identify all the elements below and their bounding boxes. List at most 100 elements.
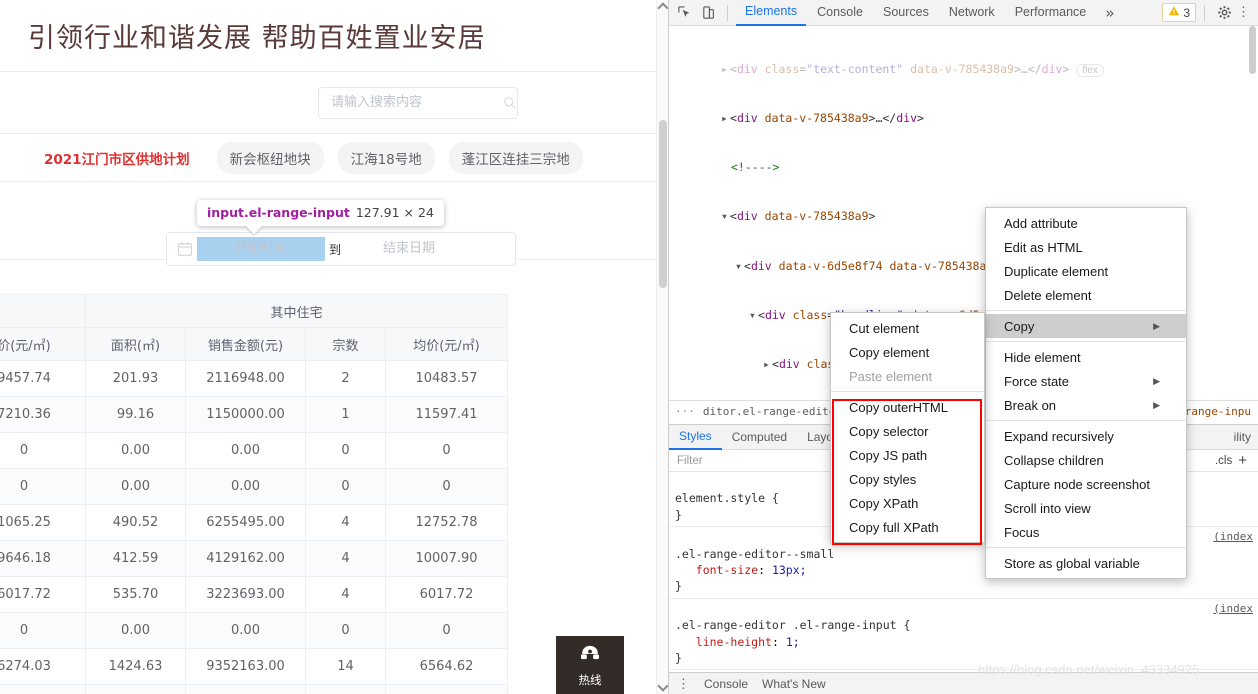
ctx-expand-recursively[interactable]: Expand recursively xyxy=(986,424,1186,448)
new-style-rule-button[interactable]: + xyxy=(1238,452,1251,469)
ctx-cut-element[interactable]: Cut element xyxy=(831,316,984,340)
table-row: 9457.74 201.93 2116948.00 2 10483.57 xyxy=(0,361,508,397)
date-start-input[interactable]: 开始时间 xyxy=(197,237,325,261)
ctx-copy-js-path[interactable]: Copy JS path xyxy=(831,443,984,467)
devtools-dom-scrollbar[interactable] xyxy=(1247,26,1258,400)
drawer-tab-whats-new[interactable]: What's New xyxy=(762,677,826,691)
search-input[interactable] xyxy=(329,94,503,111)
ctx-copy-outerhtml[interactable]: Copy outerHTML xyxy=(831,395,984,419)
ctx-copy-label: Copy xyxy=(1004,319,1034,334)
cell: 0 xyxy=(0,613,86,649)
inspect-cursor-icon[interactable] xyxy=(673,3,695,23)
tab-performance[interactable]: Performance xyxy=(1006,0,1096,26)
ctx-scroll-into-view[interactable]: Scroll into view xyxy=(986,496,1186,520)
devtools-scrollbar-thumb[interactable] xyxy=(1249,26,1256,74)
tab-elements[interactable]: Elements xyxy=(736,0,806,26)
css-selector[interactable]: element.style { xyxy=(675,491,779,505)
dom-line[interactable]: ▸<div data-v-785438a9>…</div> xyxy=(669,110,1258,126)
drawer-more-icon[interactable]: ⋮ xyxy=(677,676,690,692)
warning-badge[interactable]: 3 xyxy=(1162,3,1196,22)
tab-accessibility[interactable]: ility xyxy=(1234,430,1251,444)
ctx-store-as-global-variable[interactable]: Store as global variable xyxy=(986,551,1186,575)
ctx-add-attribute[interactable]: Add attribute xyxy=(986,211,1186,235)
dom-line[interactable]: ▸<div class="text-content" data-v-785438… xyxy=(669,61,1258,77)
ctx-capture-node-screenshot[interactable]: Capture node screenshot xyxy=(986,472,1186,496)
ctx-collapse-children[interactable]: Collapse children xyxy=(986,448,1186,472)
ctx-divider xyxy=(986,341,1186,342)
ctx-force-state[interactable]: Force state ▶ xyxy=(986,369,1186,393)
devtools-toolbar: Elements Console Sources Network Perform… xyxy=(669,0,1258,26)
copy-submenu[interactable]: Cut element Copy element Paste element C… xyxy=(830,312,985,543)
css-property[interactable]: font-size xyxy=(696,563,758,577)
ctx-break-on[interactable]: Break on ▶ xyxy=(986,393,1186,417)
css-origin-link[interactable]: (index xyxy=(1213,529,1253,545)
cls-button[interactable]: .cls xyxy=(1215,455,1238,467)
page-scrollbar[interactable] xyxy=(656,0,668,694)
css-rule-range-input[interactable]: .el-range-editor .el-range-input { line-… xyxy=(669,599,1258,671)
cell: 0 xyxy=(306,469,386,505)
dom-line[interactable]: <!----> xyxy=(669,159,1258,175)
search-box[interactable] xyxy=(318,87,518,119)
css-selector[interactable]: .el-range-editor--small xyxy=(675,547,834,561)
scroll-down-arrow-icon[interactable] xyxy=(657,680,668,691)
ctx-edit-as-html[interactable]: Edit as HTML xyxy=(986,235,1186,259)
tab-console[interactable]: Console xyxy=(808,0,872,26)
tab-styles[interactable]: Styles xyxy=(669,425,722,450)
chip-3[interactable]: 蓬江区连挂三宗地 xyxy=(449,142,583,174)
search-icon[interactable] xyxy=(503,96,517,110)
col-header-0[interactable]: 价(元/㎡) xyxy=(0,328,86,361)
ctx-divider xyxy=(986,310,1186,311)
ctx-focus[interactable]: Focus xyxy=(986,520,1186,544)
cell: 9457.74 xyxy=(0,361,86,397)
table-body: 9457.74 201.93 2116948.00 2 10483.57 721… xyxy=(0,361,508,694)
tab-network[interactable]: Network xyxy=(940,0,1004,26)
chip-1[interactable]: 新会枢纽地块 xyxy=(217,142,324,174)
element-context-menu[interactable]: Add attribute Edit as HTML Duplicate ele… xyxy=(985,207,1187,579)
hotline-button[interactable]: 热线 xyxy=(556,636,624,694)
table-row: 6274.03 1424.63 9352163.00 14 6564.62 xyxy=(0,649,508,685)
chip-2[interactable]: 江海18号地 xyxy=(338,142,435,174)
chevron-right-icon: ▶ xyxy=(1153,400,1160,411)
tab-computed[interactable]: Computed xyxy=(722,425,797,450)
page-header: 引领行业和谐发展 帮助百姓置业安居 xyxy=(0,0,668,72)
ctx-duplicate-element[interactable]: Duplicate element xyxy=(986,259,1186,283)
ctx-break-on-label: Break on xyxy=(1004,398,1056,413)
drawer-tab-console[interactable]: Console xyxy=(704,677,748,691)
col-header-4[interactable]: 均价(元/㎡) xyxy=(386,328,508,361)
cell: 10483.57 xyxy=(386,361,508,397)
ctx-copy[interactable]: Copy ▶ xyxy=(986,314,1186,338)
gear-icon[interactable] xyxy=(1213,3,1235,23)
breadcrumb-overflow-icon[interactable]: ··· xyxy=(675,405,695,418)
col-header-3[interactable]: 宗数 xyxy=(306,328,386,361)
scroll-up-arrow-icon[interactable] xyxy=(657,2,668,13)
col-header-1[interactable]: 面积(㎡) xyxy=(86,328,186,361)
css-value[interactable]: 1; xyxy=(786,635,800,649)
ctx-copy-full-xpath[interactable]: Copy full XPath xyxy=(831,515,984,539)
ctx-copy-element[interactable]: Copy element xyxy=(831,340,984,364)
ctx-copy-styles[interactable]: Copy styles xyxy=(831,467,984,491)
more-tabs-icon[interactable]: » xyxy=(1097,4,1122,22)
cell: 1249.12 xyxy=(86,685,186,694)
css-origin-link[interactable]: (index xyxy=(1213,601,1253,617)
cell: 0 xyxy=(306,433,386,469)
tab-sources[interactable]: Sources xyxy=(874,0,938,26)
date-end-input[interactable]: 结束日期 xyxy=(345,237,473,261)
styles-filter-input[interactable]: Filter xyxy=(677,455,703,467)
css-selector[interactable]: .el-range-editor .el-range-input { xyxy=(675,618,910,632)
chip-0[interactable]: 2021江门市区供地计划 xyxy=(44,142,203,174)
ctx-copy-xpath[interactable]: Copy XPath xyxy=(831,491,984,515)
ctx-hide-element[interactable]: Hide element xyxy=(986,345,1186,369)
ctx-copy-selector[interactable]: Copy selector xyxy=(831,419,984,443)
telephone-icon xyxy=(577,643,603,670)
css-value[interactable]: 13px; xyxy=(772,563,807,577)
warning-triangle-icon xyxy=(1168,5,1180,20)
ctx-delete-element[interactable]: Delete element xyxy=(986,283,1186,307)
inspector-tooltip-selector: input.el-range-input xyxy=(207,205,350,220)
css-property[interactable]: line-height xyxy=(696,635,772,649)
col-header-2[interactable]: 销售金额(元) xyxy=(186,328,306,361)
page-scrollbar-thumb[interactable] xyxy=(659,120,667,288)
device-toolbar-icon[interactable] xyxy=(697,3,719,23)
date-range-editor[interactable]: 开始时间 到 结束日期 xyxy=(166,232,516,266)
more-vertical-icon[interactable]: ⋮ xyxy=(1237,5,1250,20)
cell: 0 xyxy=(0,469,86,505)
